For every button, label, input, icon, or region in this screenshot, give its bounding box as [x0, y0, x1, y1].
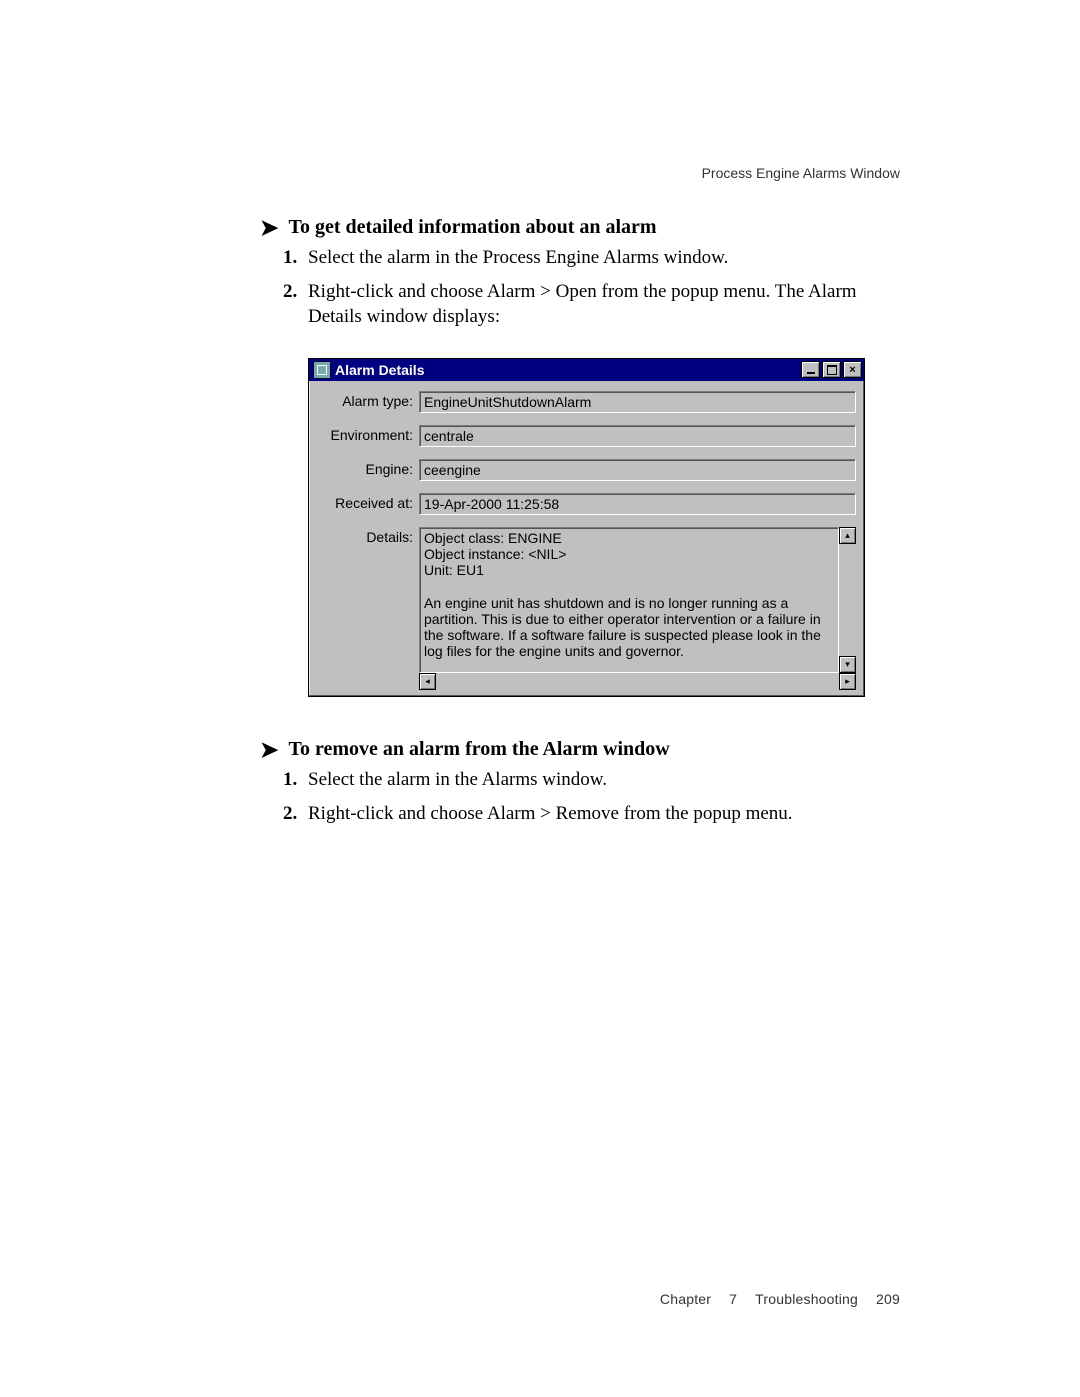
running-header: Process Engine Alarms Window	[702, 165, 900, 181]
row-engine: Engine: ceengine	[317, 459, 856, 481]
heading-text: To get detailed information about an ala…	[288, 216, 656, 239]
value-details: Object class: ENGINE Object instance: <N…	[419, 527, 839, 673]
arrow-icon: ➤	[260, 217, 278, 239]
scroll-left-icon[interactable]	[419, 673, 436, 690]
label-alarm-type: Alarm type:	[317, 391, 419, 409]
alarm-details-window: Alarm Details × Alarm type: EngineUnitSh…	[308, 358, 865, 697]
footer-chapter-num: 7	[729, 1291, 737, 1307]
step-item: Select the alarm in the Process Engine A…	[302, 245, 910, 271]
scroll-down-icon[interactable]	[839, 656, 856, 673]
scroll-right-icon[interactable]	[839, 673, 856, 690]
row-received-at: Received at: 19-Apr-2000 11:25:58	[317, 493, 856, 515]
step-item: Right-click and choose Alarm > Open from…	[302, 279, 910, 330]
label-details: Details:	[317, 527, 419, 545]
label-received-at: Received at:	[317, 493, 419, 511]
minimize-button[interactable]	[801, 361, 820, 378]
section-get-details: ➤ To get detailed information about an a…	[260, 215, 910, 697]
footer-chapter-title: Troubleshooting	[755, 1291, 858, 1307]
page-footer: Chapter 7 Troubleshooting 209	[660, 1291, 900, 1307]
window-icon	[313, 361, 331, 379]
row-details: Details: Object class: ENGINE Object ins…	[317, 527, 856, 690]
row-environment: Environment: centrale	[317, 425, 856, 447]
step-item: Right-click and choose Alarm > Remove fr…	[302, 801, 910, 827]
steps-list: Select the alarm in the Alarms window. R…	[302, 767, 910, 826]
section-remove-alarm: ➤ To remove an alarm from the Alarm wind…	[260, 737, 910, 826]
steps-list: Select the alarm in the Process Engine A…	[302, 245, 910, 330]
close-button[interactable]: ×	[843, 361, 862, 378]
value-environment: centrale	[419, 425, 856, 447]
heading-text: To remove an alarm from the Alarm window	[288, 738, 669, 761]
scroll-track[interactable]	[839, 544, 856, 656]
label-engine: Engine:	[317, 459, 419, 477]
window-client: Alarm type: EngineUnitShutdownAlarm Envi…	[309, 381, 864, 696]
step-item: Select the alarm in the Alarms window.	[302, 767, 910, 793]
footer-page-num: 209	[876, 1291, 900, 1307]
value-received-at: 19-Apr-2000 11:25:58	[419, 493, 856, 515]
vertical-scrollbar[interactable]	[839, 527, 856, 673]
arrow-icon: ➤	[260, 739, 278, 761]
label-environment: Environment:	[317, 425, 419, 443]
titlebar: Alarm Details ×	[309, 359, 864, 381]
value-alarm-type: EngineUnitShutdownAlarm	[419, 391, 856, 413]
value-engine: ceengine	[419, 459, 856, 481]
section-heading: ➤ To remove an alarm from the Alarm wind…	[260, 737, 910, 761]
page: Process Engine Alarms Window ➤ To get de…	[0, 0, 1080, 1397]
window-title: Alarm Details	[335, 362, 799, 378]
scroll-track[interactable]	[436, 673, 839, 690]
maximize-button[interactable]	[822, 361, 841, 378]
scroll-up-icon[interactable]	[839, 527, 856, 544]
section-heading: ➤ To get detailed information about an a…	[260, 215, 910, 239]
row-alarm-type: Alarm type: EngineUnitShutdownAlarm	[317, 391, 856, 413]
footer-chapter-label: Chapter	[660, 1291, 711, 1307]
horizontal-scrollbar[interactable]	[419, 673, 856, 690]
